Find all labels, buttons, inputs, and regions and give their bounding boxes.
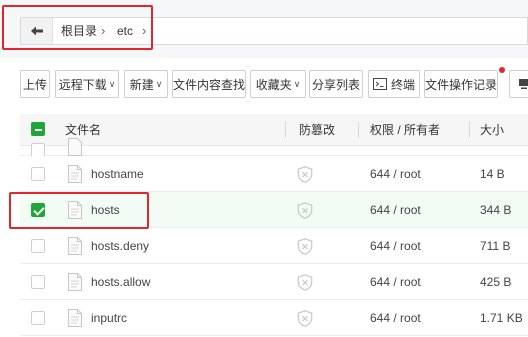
file-permission[interactable]: 644 / root xyxy=(370,264,421,300)
chevron-down-icon: ∨ xyxy=(155,78,163,89)
chevron-down-icon: ∨ xyxy=(293,78,301,89)
operation-log-button[interactable]: 文件操作记录 xyxy=(424,70,498,98)
shield-icon[interactable] xyxy=(297,202,313,219)
terminal-label: 终端 xyxy=(390,77,415,92)
select-all-checkbox[interactable] xyxy=(31,122,45,136)
file-name[interactable]: inputrc xyxy=(91,300,127,336)
file-permission[interactable]: 644 / root xyxy=(370,300,421,336)
row-checkbox[interactable] xyxy=(31,311,45,325)
file-permission[interactable]: 644 / root xyxy=(370,228,421,264)
file-icon xyxy=(68,165,82,183)
column-divider xyxy=(358,122,359,138)
remote-download-label: 远程下载 xyxy=(58,77,107,92)
upload-label: 上传 xyxy=(22,77,47,92)
share-list-label: 分享列表 xyxy=(311,77,360,92)
monitor-icon xyxy=(519,79,528,89)
table-row[interactable]: hostname 644 / root 14 B xyxy=(20,156,528,192)
terminal-icon xyxy=(372,78,387,90)
column-header-permission[interactable]: 权限 / 所有者 xyxy=(370,114,440,146)
highlight-box-hosts xyxy=(9,192,149,229)
table-row[interactable]: hosts.deny 644 / root 711 B xyxy=(20,228,528,264)
file-name[interactable]: hostname xyxy=(91,156,144,192)
shield-icon[interactable] xyxy=(297,238,313,255)
toolbar: 上传 远程下载 ∨ 新建 ∨ 文件内容查找 收藏夹 ∨ 分享列表 终端 文件操作记录 xyxy=(0,67,528,100)
notification-dot xyxy=(499,67,505,73)
file-size: 425 B xyxy=(480,275,512,289)
share-list-button[interactable]: 分享列表 xyxy=(309,70,363,98)
file-icon xyxy=(68,237,82,255)
file-size: 14 B xyxy=(480,167,505,181)
file-size: 344 B xyxy=(480,203,512,217)
column-header-size[interactable]: 大小 xyxy=(480,114,504,146)
search-content-label: 文件内容查找 xyxy=(173,77,246,92)
row-checkbox[interactable] xyxy=(31,167,45,181)
upload-button[interactable]: 上传 xyxy=(20,70,50,98)
terminal-button[interactable]: 终端 xyxy=(368,70,420,98)
shield-icon[interactable] xyxy=(297,310,313,327)
highlight-box-breadcrumb xyxy=(2,5,153,50)
column-divider xyxy=(285,122,286,138)
file-permission[interactable]: 644 / root xyxy=(370,156,421,192)
operation-log-label: 文件操作记录 xyxy=(425,77,498,92)
table-row[interactable]: hosts.allow 644 / root 425 B xyxy=(20,264,528,300)
table-row[interactable] xyxy=(20,138,528,157)
file-size: 1.71 KB xyxy=(480,311,523,325)
remote-download-button[interactable]: 远程下载 ∨ xyxy=(55,70,119,98)
new-label: 新建 xyxy=(129,77,154,92)
search-content-button[interactable]: 文件内容查找 xyxy=(172,70,246,98)
file-icon xyxy=(68,138,82,156)
column-header-tamper[interactable]: 防篡改 xyxy=(299,114,335,146)
chevron-down-icon: ∨ xyxy=(108,78,116,89)
new-button[interactable]: 新建 ∨ xyxy=(124,70,168,98)
column-divider xyxy=(469,122,470,138)
file-name[interactable]: hosts.allow xyxy=(91,264,150,300)
file-icon xyxy=(68,273,82,291)
more-button[interactable] xyxy=(509,70,528,98)
row-checkbox[interactable] xyxy=(31,275,45,289)
file-permission[interactable]: 644 / root xyxy=(370,192,421,228)
file-size: 711 B xyxy=(480,239,511,253)
favorites-button[interactable]: 收藏夹 ∨ xyxy=(250,70,306,98)
shield-icon[interactable] xyxy=(297,166,313,183)
table-header: 文件名 防篡改 权限 / 所有者 大小 xyxy=(20,114,528,146)
shield-icon[interactable] xyxy=(297,274,313,291)
file-icon xyxy=(68,309,82,327)
file-name[interactable]: hosts.deny xyxy=(91,228,149,264)
table-row[interactable]: inputrc 644 / root 1.71 KB xyxy=(20,300,528,336)
row-checkbox[interactable] xyxy=(31,239,45,253)
favorites-label: 收藏夹 xyxy=(255,77,292,92)
